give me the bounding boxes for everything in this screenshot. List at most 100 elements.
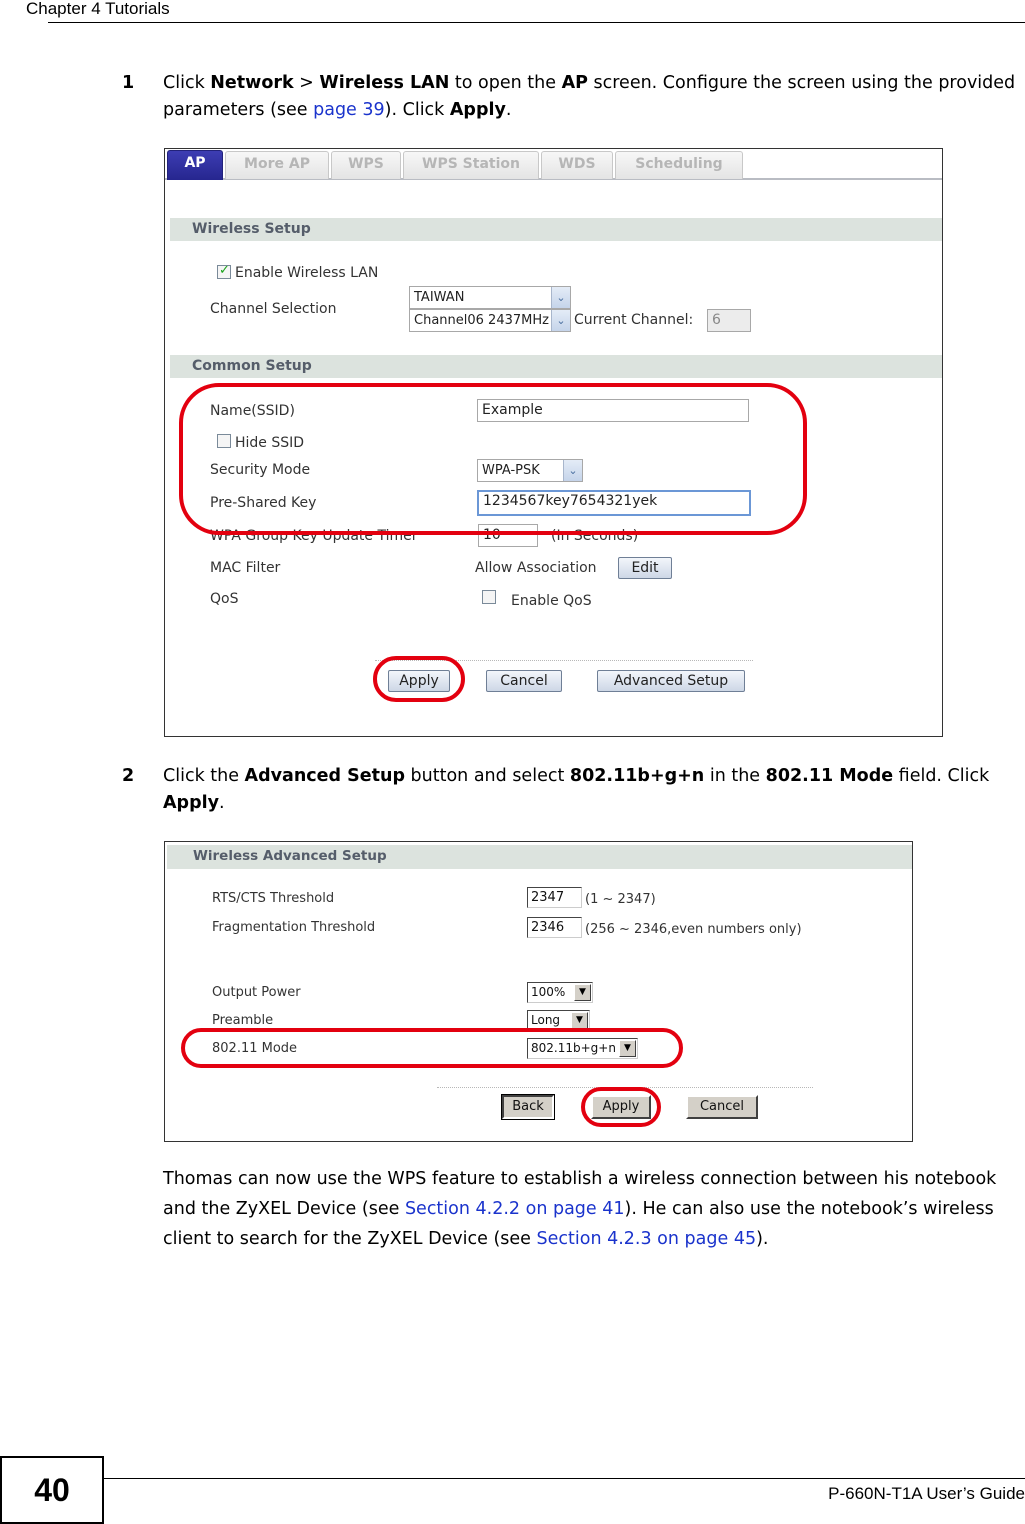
- output-power-select[interactable]: 100% ▼: [527, 982, 593, 1003]
- text: field. Click: [893, 766, 990, 786]
- security-mode-value: WPA-PSK: [482, 463, 540, 478]
- page-link[interactable]: page 39: [313, 100, 385, 120]
- tab-wps-station[interactable]: WPS Station: [403, 151, 539, 179]
- group-key-label: WPA Group Key Update Timer: [210, 528, 418, 544]
- tab-ap[interactable]: AP: [167, 150, 223, 180]
- text: .: [219, 793, 225, 813]
- apply-button[interactable]: Apply: [388, 670, 450, 692]
- mode-value: 802.11b+g+n: [531, 1041, 616, 1055]
- text: ).: [756, 1229, 769, 1249]
- text: Click the: [163, 766, 245, 786]
- text: Click: [163, 73, 211, 93]
- psk-label: Pre-Shared Key: [210, 495, 317, 511]
- advanced-setup-ref: Advanced Setup: [244, 766, 405, 786]
- current-channel-label: Current Channel:: [574, 312, 694, 328]
- current-channel-field: 6: [707, 309, 751, 332]
- advanced-screenshot: Wireless Advanced Setup RTS/CTS Threshol…: [164, 841, 913, 1142]
- cancel-button[interactable]: Cancel: [486, 670, 562, 692]
- page-number: 40: [0, 1456, 104, 1524]
- chevron-down-icon[interactable]: ⌄: [551, 310, 570, 331]
- preamble-label: Preamble: [212, 1013, 274, 1028]
- text: in the: [704, 766, 766, 786]
- frag-range: (256 ~ 2346,even numbers only): [585, 922, 802, 937]
- menu-network: Network: [210, 73, 294, 93]
- edit-button[interactable]: Edit: [618, 557, 672, 579]
- tab-more-ap[interactable]: More AP: [225, 151, 329, 179]
- rts-input[interactable]: 2347: [527, 887, 582, 908]
- chapter-header: Chapter 4 Tutorials: [26, 0, 170, 18]
- output-power-label: Output Power: [212, 985, 301, 1000]
- footer-rule: [104, 1478, 1025, 1479]
- step-text: Click Network > Wireless LAN to open the…: [163, 70, 1025, 124]
- step-text: Click the Advanced Setup button and sele…: [163, 763, 1025, 817]
- closing-paragraph: Thomas can now use the WPS feature to es…: [163, 1164, 1025, 1254]
- frag-input[interactable]: 2346: [527, 917, 582, 938]
- guide-title: P-660N-T1A User’s Guide: [828, 1484, 1025, 1503]
- text: to open the: [449, 73, 562, 93]
- frag-label: Fragmentation Threshold: [212, 920, 376, 935]
- enable-qos-label: Enable QoS: [511, 593, 592, 609]
- header-rule: [48, 22, 1025, 23]
- text: .: [505, 100, 512, 120]
- text: button and select: [404, 766, 570, 786]
- mode-label: 802.11 Mode: [212, 1041, 298, 1056]
- group-key-input[interactable]: 10: [478, 524, 538, 547]
- ssid-input[interactable]: Example: [477, 399, 749, 422]
- rts-label: RTS/CTS Threshold: [212, 891, 335, 906]
- divider: [375, 660, 753, 661]
- channel-select[interactable]: Channel06 2437MHz ⌄: [409, 309, 571, 332]
- divider: [437, 1087, 813, 1088]
- psk-input[interactable]: 1234567key7654321yek: [477, 490, 751, 516]
- rts-range: (1 ~ 2347): [585, 892, 656, 907]
- common-setup-header: Common Setup: [170, 355, 942, 378]
- screen-ap: AP: [561, 73, 588, 93]
- wireless-setup-header: Wireless Setup: [170, 218, 942, 241]
- advanced-setup-button[interactable]: Advanced Setup: [597, 670, 745, 692]
- wireless-advanced-header: Wireless Advanced Setup: [167, 845, 912, 869]
- dropdown-arrow-icon[interactable]: ▼: [574, 984, 591, 1001]
- enable-wireless-checkbox[interactable]: [217, 263, 231, 279]
- back-button[interactable]: Back: [501, 1094, 555, 1120]
- apply-ref: Apply: [163, 793, 220, 813]
- section-link-4-2-3[interactable]: Section 4.2.3 on page 45: [537, 1229, 757, 1249]
- security-mode-label: Security Mode: [210, 462, 311, 478]
- tab-wds[interactable]: WDS: [541, 151, 613, 179]
- group-key-unit: (In Seconds): [551, 528, 639, 544]
- enable-qos-checkbox[interactable]: [482, 590, 496, 604]
- hide-ssid-label: Hide SSID: [235, 435, 305, 451]
- apply-ref: Apply: [449, 100, 506, 120]
- step-number: 1: [122, 73, 135, 93]
- preamble-value: Long: [531, 1013, 561, 1027]
- enable-wireless-label: Enable Wireless LAN: [235, 265, 379, 281]
- step-number: 2: [122, 766, 135, 786]
- dropdown-arrow-icon[interactable]: ▼: [571, 1012, 588, 1029]
- country-select[interactable]: TAIWAN ⌄: [409, 286, 571, 309]
- mode-select[interactable]: 802.11b+g+n ▼: [527, 1038, 638, 1059]
- cancel-button[interactable]: Cancel: [686, 1095, 758, 1119]
- dropdown-arrow-icon[interactable]: ▼: [619, 1040, 636, 1057]
- hide-ssid-checkbox[interactable]: [217, 434, 231, 448]
- ssid-label: Name(SSID): [210, 403, 295, 419]
- channel-selection-label: Channel Selection: [210, 301, 337, 317]
- preamble-select[interactable]: Long ▼: [527, 1010, 590, 1031]
- chevron-down-icon[interactable]: ⌄: [551, 287, 570, 308]
- menu-wireless-lan: Wireless LAN: [319, 73, 450, 93]
- chevron-down-icon[interactable]: ⌄: [563, 460, 582, 481]
- tab-wps[interactable]: WPS: [331, 151, 401, 179]
- qos-label: QoS: [210, 591, 239, 607]
- mode-field-ref: 802.11 Mode: [765, 766, 894, 786]
- ap-screenshot: AP More AP WPS WPS Station WDS Schedulin…: [164, 148, 943, 737]
- output-power-value: 100%: [531, 985, 566, 999]
- country-value: TAIWAN: [414, 290, 465, 305]
- text: >: [293, 73, 320, 93]
- tab-bar: AP More AP WPS WPS Station WDS Schedulin…: [165, 149, 942, 180]
- mode-value-ref: 802.11b+g+n: [569, 766, 705, 786]
- security-mode-select[interactable]: WPA-PSK ⌄: [477, 459, 583, 482]
- text: ). Click: [384, 100, 450, 120]
- tab-scheduling[interactable]: Scheduling: [615, 151, 743, 179]
- section-link-4-2-2[interactable]: Section 4.2.2 on page 41: [405, 1199, 625, 1219]
- mac-filter-label: MAC Filter: [210, 560, 281, 576]
- apply-button[interactable]: Apply: [591, 1095, 651, 1119]
- mac-filter-value: Allow Association: [475, 560, 597, 576]
- channel-value: Channel06 2437MHz: [414, 313, 549, 328]
